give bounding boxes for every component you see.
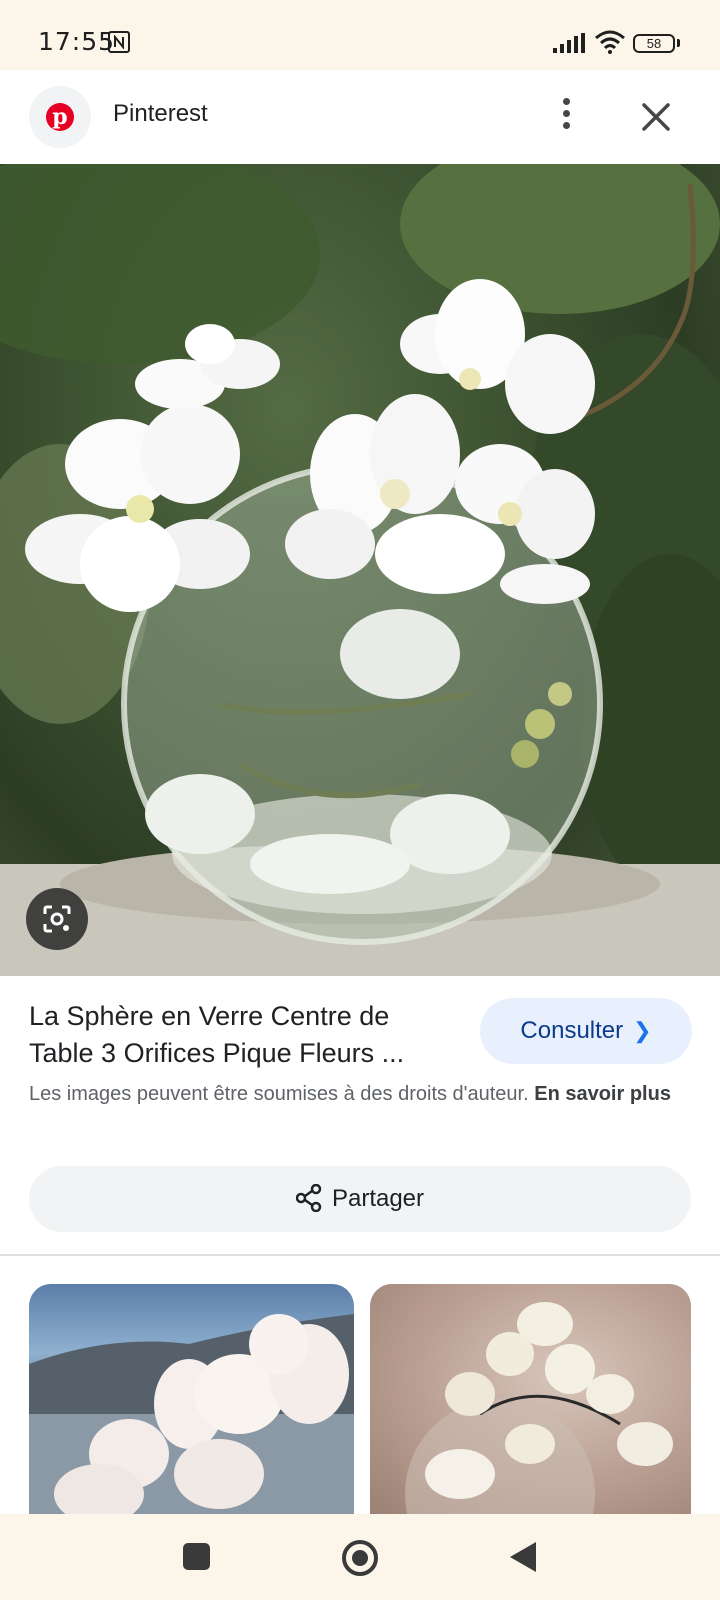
orchid-sphere-illustration — [0, 164, 720, 976]
result-image[interactable] — [0, 164, 720, 976]
battery-icon: 58 — [633, 34, 675, 53]
consult-button[interactable]: Consulter ❯ — [480, 998, 692, 1064]
copyright-text: Les images peuvent être soumises à des d… — [29, 1083, 529, 1105]
status-time: 17:55 — [38, 27, 116, 56]
related-image[interactable] — [29, 1284, 354, 1514]
related-image-orchids-lake — [29, 1314, 354, 1514]
source-header: p Pinterest — [0, 70, 720, 164]
back-icon[interactable] — [510, 1542, 536, 1572]
chevron-right-icon: ❯ — [633, 1018, 652, 1043]
related-image[interactable] — [370, 1284, 691, 1514]
site-name[interactable]: Pinterest — [113, 100, 208, 128]
battery-tip — [677, 39, 680, 47]
related-images-grid — [0, 1256, 720, 1514]
nfc-icon — [108, 31, 130, 53]
status-bar: 17:55 58 — [0, 0, 720, 70]
system-nav-bar — [0, 1514, 720, 1600]
pinterest-logo-letter: p — [46, 103, 74, 131]
related-image-orchids-vase — [405, 1302, 673, 1514]
share-icon — [295, 1183, 322, 1212]
result-info: La Sphère en Verre Centre de Table 3 Ori… — [0, 976, 720, 1254]
wifi-icon — [594, 30, 626, 59]
pinterest-logo-icon: p — [29, 86, 91, 148]
result-title[interactable]: La Sphère en Verre Centre de Table 3 Ori… — [29, 998, 459, 1072]
learn-more-link[interactable]: En savoir plus — [534, 1083, 671, 1105]
share-label: Partager — [331, 1185, 425, 1212]
consult-label: Consulter — [520, 1017, 624, 1044]
close-icon[interactable] — [636, 97, 676, 137]
home-icon[interactable] — [342, 1540, 378, 1576]
lens-search-icon[interactable] — [26, 888, 88, 950]
copyright-notice: Les images peuvent être soumises à des d… — [29, 1080, 689, 1109]
signal-icon — [553, 33, 587, 58]
recents-icon[interactable] — [183, 1543, 210, 1570]
share-button[interactable]: Partager — [29, 1166, 691, 1232]
more-vert-icon[interactable] — [548, 98, 584, 138]
